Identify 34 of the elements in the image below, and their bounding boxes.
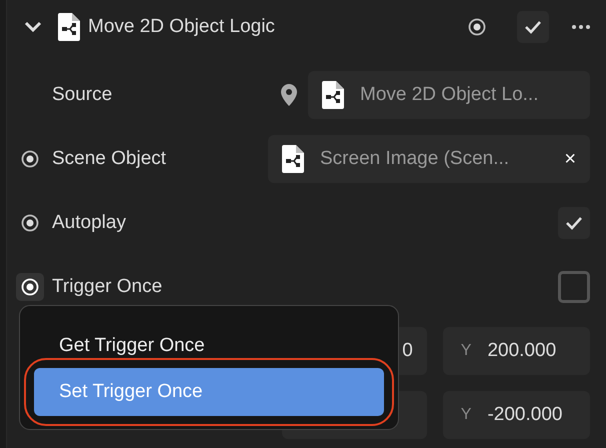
menu-item[interactable]: Get Trigger Once — [34, 326, 384, 366]
field-value: Move 2D Object Lo... — [360, 82, 540, 107]
file-icon — [282, 145, 304, 173]
more-icon[interactable] — [572, 25, 590, 29]
check-icon — [565, 216, 583, 230]
field-value: 0 — [402, 338, 413, 363]
link-dot-icon — [21, 150, 39, 168]
checkbox[interactable] — [558, 271, 590, 303]
property-label: Autoplay — [52, 210, 126, 235]
property-label: Source — [52, 82, 112, 107]
reference-field[interactable]: Screen Image (Scen... × — [268, 135, 590, 183]
field-value: Screen Image (Scen... — [320, 146, 510, 171]
enable-checkbox[interactable] — [517, 11, 549, 43]
check-icon — [524, 20, 542, 34]
property-label: Scene Object — [52, 146, 166, 171]
chevron-icon[interactable] — [24, 21, 42, 33]
y-value-field[interactable]: Y 200.000 — [442, 327, 590, 375]
axis-label: Y — [460, 405, 472, 425]
axis-label: Y — [460, 341, 472, 361]
property-label: Trigger Once — [52, 274, 162, 299]
component-title: Move 2D Object Logic — [88, 14, 275, 39]
y-value-field[interactable]: Y -200.000 — [442, 391, 590, 439]
field-value: 200.000 — [487, 338, 556, 363]
field-value: -200.000 — [487, 402, 562, 427]
file-icon — [322, 81, 344, 109]
reference-field[interactable]: Move 2D Object Lo... — [308, 71, 590, 119]
link-dot-icon — [468, 18, 486, 36]
location-pin-icon[interactable] — [280, 84, 298, 106]
link-toggle[interactable] — [16, 273, 44, 301]
checkbox[interactable] — [558, 207, 590, 239]
clear-button[interactable]: × — [564, 144, 576, 174]
link-dot-icon — [21, 214, 39, 232]
link-dot-icon — [21, 278, 39, 296]
file-icon — [58, 13, 80, 41]
